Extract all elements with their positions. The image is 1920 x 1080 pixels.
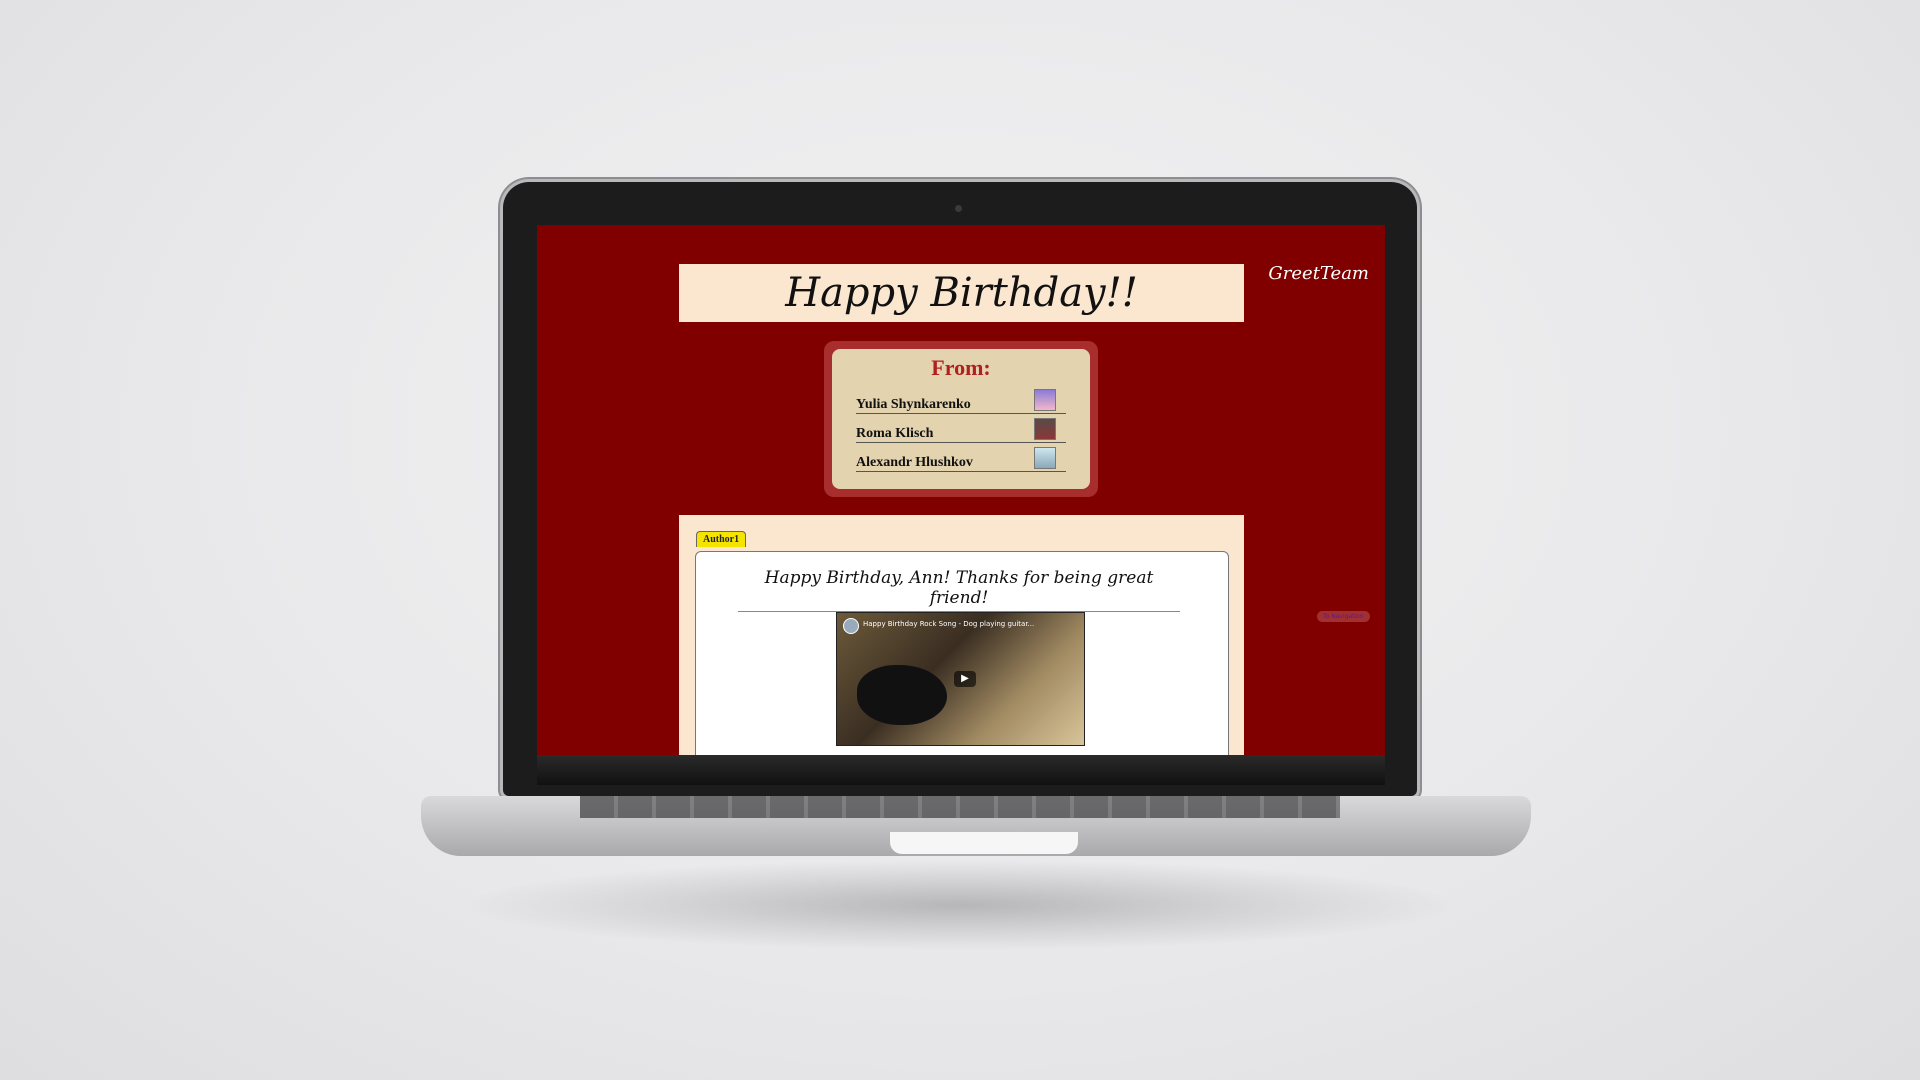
sender-row: Alexandr Hlushkov bbox=[856, 443, 1066, 472]
page-title: Happy Birthday!! bbox=[785, 270, 1138, 316]
video-embed[interactable]: Happy Birthday Rock Song - Dog playing g… bbox=[836, 612, 1085, 746]
from-card: From: Yulia Shynkarenko Roma Klisch Alex… bbox=[824, 341, 1098, 497]
laptop-screen: GreetTeam Happy Birthday!! From: Yulia S… bbox=[537, 225, 1385, 755]
author-tab[interactable]: Author1 bbox=[696, 531, 747, 547]
from-card-inner: From: Yulia Shynkarenko Roma Klisch Alex… bbox=[832, 349, 1090, 489]
message-text: Happy Birthday, Ann! Thanks for being gr… bbox=[738, 568, 1180, 612]
webcam bbox=[955, 205, 962, 212]
brand-logo[interactable]: GreetTeam bbox=[1268, 263, 1369, 284]
laptop-shadow bbox=[470, 860, 1450, 950]
sender-row: Yulia Shynkarenko bbox=[856, 385, 1066, 414]
keyboard-keys bbox=[580, 796, 1340, 818]
guitar-image bbox=[857, 665, 947, 725]
sender-name: Yulia Shynkarenko bbox=[856, 397, 971, 412]
video-title[interactable]: Happy Birthday Rock Song - Dog playing g… bbox=[863, 620, 1034, 628]
message-card: Happy Birthday, Ann! Thanks for being gr… bbox=[695, 551, 1229, 755]
screen-bezel-bottom bbox=[537, 755, 1385, 785]
channel-icon bbox=[843, 618, 859, 634]
page-title-bar: Happy Birthday!! bbox=[679, 264, 1244, 322]
sender-avatar bbox=[1034, 389, 1056, 411]
sender-avatar bbox=[1034, 447, 1056, 469]
message-area: Author1 Happy Birthday, Ann! Thanks for … bbox=[679, 515, 1244, 755]
navigation-pill[interactable]: To Navigation bbox=[1317, 611, 1370, 622]
play-icon[interactable]: ▶ bbox=[954, 671, 976, 687]
laptop-notch bbox=[890, 832, 1078, 854]
sender-name: Alexandr Hlushkov bbox=[856, 455, 973, 470]
from-title: From: bbox=[931, 355, 991, 380]
sender-name: Roma Klisch bbox=[856, 426, 934, 441]
sender-row: Roma Klisch bbox=[856, 414, 1066, 443]
sender-avatar bbox=[1034, 418, 1056, 440]
